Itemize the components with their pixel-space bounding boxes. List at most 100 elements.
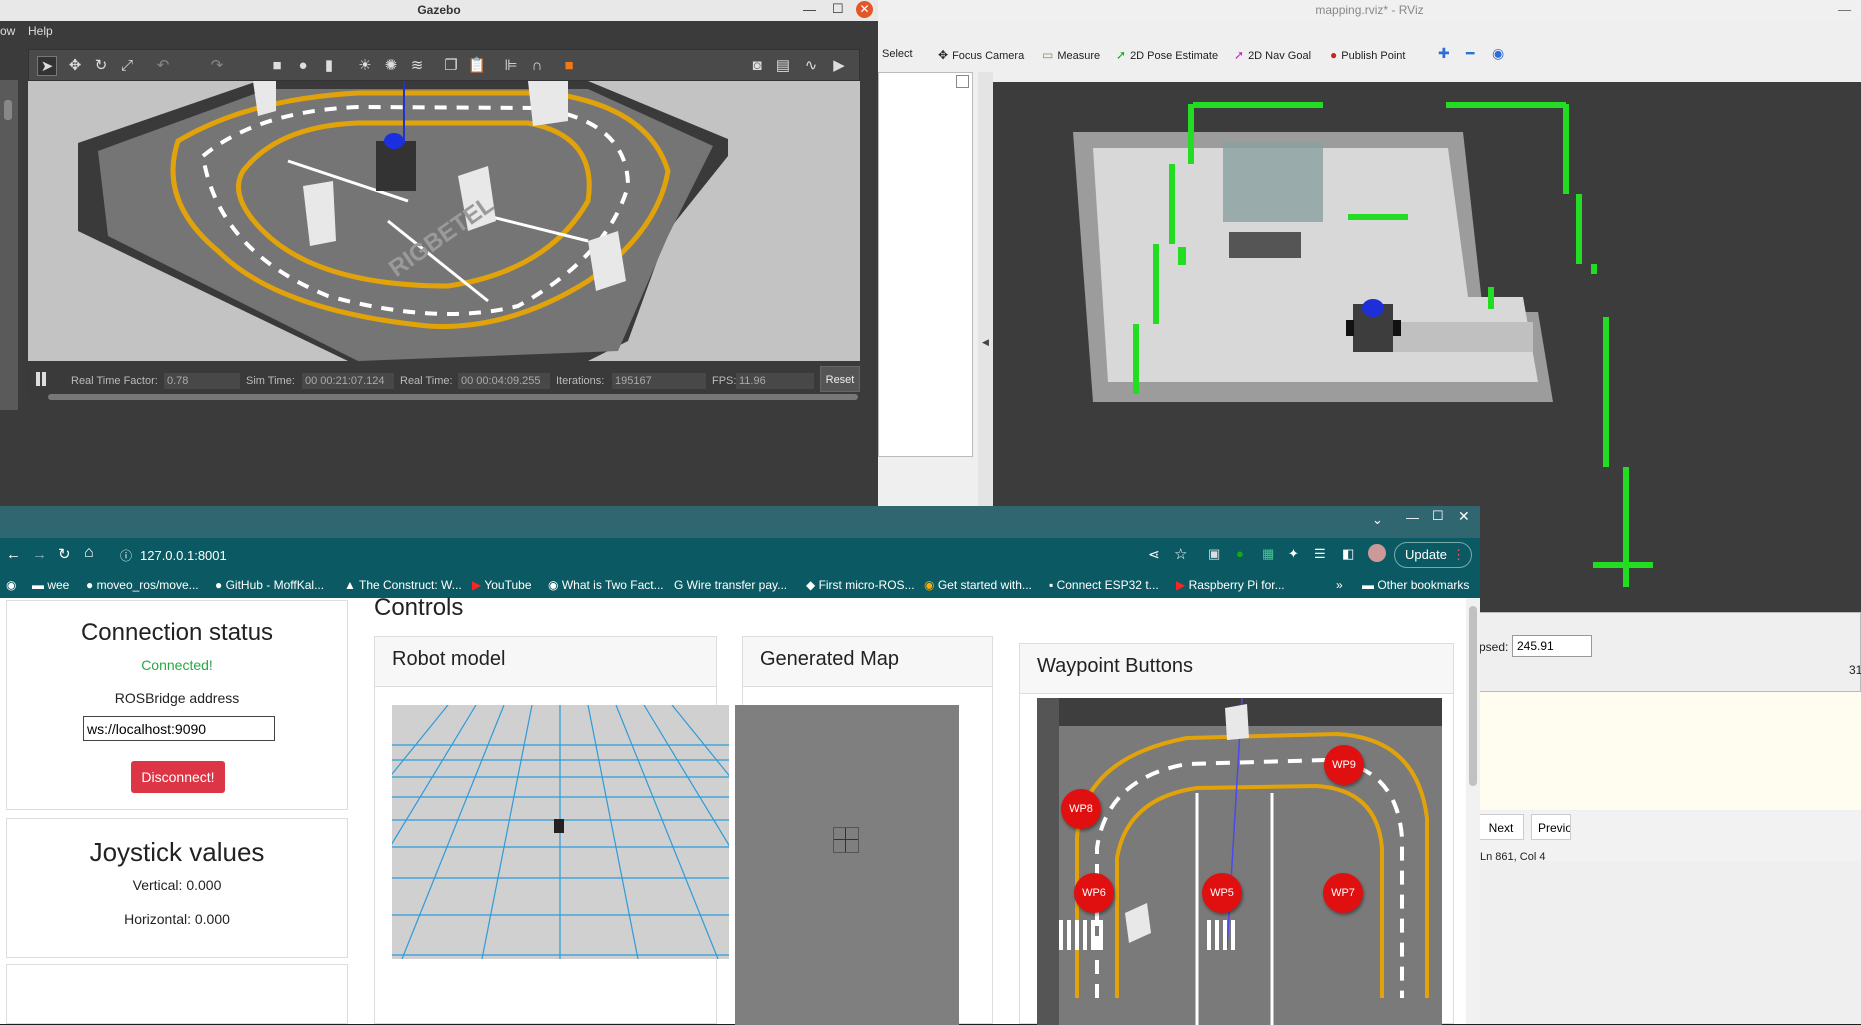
tool-select[interactable]: Select (882, 48, 913, 60)
bookmark-construct[interactable]: ▲ The Construct: W... (344, 578, 462, 592)
bookmark-github[interactable]: ● GitHub - MoffKal... (215, 578, 324, 592)
more-bookmarks-icon[interactable]: » (1336, 578, 1343, 592)
side-panel-icon[interactable]: ◧ (1342, 546, 1354, 562)
reload-icon[interactable]: ↻ (58, 545, 71, 563)
menu-help[interactable]: Help (28, 21, 53, 42)
box-icon[interactable]: ■ (267, 56, 287, 76)
rtf-label: Real Time Factor: (71, 375, 158, 387)
bookmark-raspberry[interactable]: ▶ Raspberry Pi for... (1176, 578, 1285, 592)
bookmark-two-factor[interactable]: ◉ What is Two Fact... (548, 578, 664, 592)
pause-icon[interactable] (42, 372, 46, 386)
cylinder-icon[interactable]: ▮ (319, 56, 339, 76)
tool-focus-camera[interactable]: ✥ Focus Camera (938, 48, 1024, 62)
bookmark-esp32[interactable]: ▪ Connect ESP32 t... (1049, 578, 1159, 592)
scale-icon[interactable]: ⤢ (117, 56, 137, 76)
extensions-puzzle-icon[interactable]: ✦ (1288, 546, 1299, 562)
chrome-tabbar: ⌄ — ☐ ✕ (0, 506, 1480, 538)
redo-icon[interactable]: ↷ (207, 56, 227, 76)
green-arrow-icon: ➚ (1116, 48, 1127, 62)
bookmark-youtube[interactable]: ▶ YouTube (472, 578, 532, 592)
bookmark-moveo[interactable]: ● moveo_ros/move... (86, 578, 199, 592)
bookmark-micro-ros[interactable]: ◆ First micro-ROS... (806, 578, 915, 592)
gazebo-3d-scene[interactable]: RIGBETEL (28, 81, 860, 361)
gazebo-scrollbar[interactable] (48, 394, 858, 400)
next-button[interactable]: Next (1478, 814, 1524, 840)
tool-2d-nav-goal[interactable]: ➚ 2D Nav Goal (1234, 48, 1311, 62)
close-icon[interactable]: ✕ (1458, 508, 1470, 525)
forward-icon[interactable]: → (32, 546, 47, 563)
view-angle-icon[interactable]: ■ (559, 56, 579, 76)
rotate-icon[interactable]: ↻ (91, 56, 111, 76)
undo-icon[interactable]: ↶ (153, 56, 173, 76)
elapsed-label: psed: (1479, 640, 1509, 654)
waypoint-wp7-button[interactable]: WP7 (1323, 873, 1363, 913)
eye-icon[interactable]: ◉ (1492, 45, 1504, 62)
paste-icon[interactable]: 📋 (467, 56, 487, 76)
close-icon[interactable]: ✕ (856, 1, 873, 18)
extension-icon-1[interactable]: ▣ (1208, 546, 1220, 562)
magnet-icon[interactable]: ∩ (527, 56, 547, 76)
extension-icon-3[interactable]: ▦ (1262, 546, 1274, 562)
align-icon[interactable]: ⊫ (501, 56, 521, 76)
update-button[interactable]: Update ⋮ (1394, 542, 1472, 568)
elapsed-field[interactable]: 245.91 (1512, 635, 1592, 657)
waypoint-wp5-button[interactable]: WP5 (1202, 873, 1242, 913)
maximize-icon[interactable]: ☐ (832, 1, 844, 17)
waypoint-wp6-button[interactable]: WP6 (1074, 873, 1114, 913)
tab-search-icon[interactable]: ⌄ (1372, 512, 1383, 528)
point-light-icon[interactable]: ☀ (355, 56, 375, 76)
info-icon[interactable]: ⓘ (120, 547, 132, 564)
extension-icon-2[interactable]: ● (1236, 546, 1244, 561)
bookmark-wire-transfer[interactable]: G Wire transfer pay... (674, 578, 787, 592)
share-icon[interactable]: ⋖ (1148, 546, 1160, 563)
plot-icon[interactable]: ∿ (801, 56, 821, 76)
panel-checkbox[interactable] (956, 75, 969, 88)
log-icon[interactable]: ▤ (773, 56, 793, 76)
spot-light-icon[interactable]: ✺ (381, 56, 401, 76)
url-text[interactable]: 127.0.0.1:8001 (140, 548, 227, 563)
disconnect-button[interactable]: Disconnect! (131, 761, 225, 793)
reset-button[interactable]: Reset (820, 366, 860, 392)
tool-measure[interactable]: ▭ Measure (1042, 48, 1100, 62)
tool-2d-pose-estimate[interactable]: ➚ 2D Pose Estimate (1116, 48, 1218, 62)
other-bookmarks[interactable]: ▬ Other bookmarks (1362, 578, 1469, 592)
maximize-icon[interactable]: ☐ (1432, 508, 1444, 524)
reading-list-icon[interactable]: ☰ (1314, 546, 1326, 562)
zoom-in-icon[interactable]: ✚ (1438, 45, 1450, 62)
chrome-window: ⌄ — ☐ ✕ ← → ↻ ⌂ ⓘ 127.0.0.1:8001 ⋖ ☆ ▣ ●… (0, 506, 1480, 1025)
sphere-icon[interactable]: ● (293, 56, 313, 76)
address-bar[interactable]: ⓘ 127.0.0.1:8001 ⋖ ☆ (110, 542, 1200, 570)
chrome-toolbar: ← → ↻ ⌂ ⓘ 127.0.0.1:8001 ⋖ ☆ ▣ ● ▦ ✦ ☰ ◧… (0, 538, 1480, 574)
translate-icon[interactable]: ✥ (65, 56, 85, 76)
copy-icon[interactable]: ❐ (441, 56, 461, 76)
menu-window[interactable]: ow (0, 21, 15, 42)
tool-publish-point[interactable]: ● Publish Point (1330, 48, 1405, 62)
scroll-thumb[interactable] (1469, 606, 1477, 786)
waypoint-wp9-button[interactable]: WP9 (1324, 745, 1364, 785)
bookmark-icon[interactable]: ◉ (6, 578, 16, 592)
screenshot-icon[interactable]: ◙ (747, 56, 767, 76)
map-viewer[interactable] (735, 705, 959, 1025)
bookmark-star-icon[interactable]: ☆ (1174, 545, 1187, 563)
page-scrollbar[interactable] (1466, 598, 1480, 1024)
find-bar: Next Previo Ln 861, Col 4 (1478, 811, 1861, 863)
select-mode-icon[interactable]: ➤ (37, 56, 57, 76)
time-panel: psed: 245.91 31 (1478, 612, 1861, 692)
bookmark-get-started[interactable]: ◉ Get started with... (924, 578, 1032, 592)
previous-button[interactable]: Previo (1531, 814, 1571, 840)
zoom-out-icon[interactable]: ━ (1466, 45, 1474, 62)
record-video-icon[interactable]: ▶ (829, 56, 849, 76)
minimize-icon[interactable]: — (1406, 510, 1419, 525)
waypoint-map[interactable] (1037, 698, 1442, 1025)
avatar[interactable] (1368, 544, 1386, 562)
minimize-icon[interactable]: — (1838, 2, 1858, 18)
waypoint-wp8-button[interactable]: WP8 (1061, 789, 1101, 829)
home-icon[interactable]: ⌂ (84, 544, 94, 562)
robot-model-viewer[interactable] (392, 705, 729, 959)
minimize-icon[interactable]: — (803, 2, 816, 17)
panel-scroll[interactable] (4, 100, 12, 120)
rosbridge-input[interactable] (83, 716, 275, 741)
bookmark-folder-wee[interactable]: ▬ wee (32, 578, 69, 592)
back-icon[interactable]: ← (6, 546, 21, 563)
directional-light-icon[interactable]: ≋ (407, 56, 427, 76)
